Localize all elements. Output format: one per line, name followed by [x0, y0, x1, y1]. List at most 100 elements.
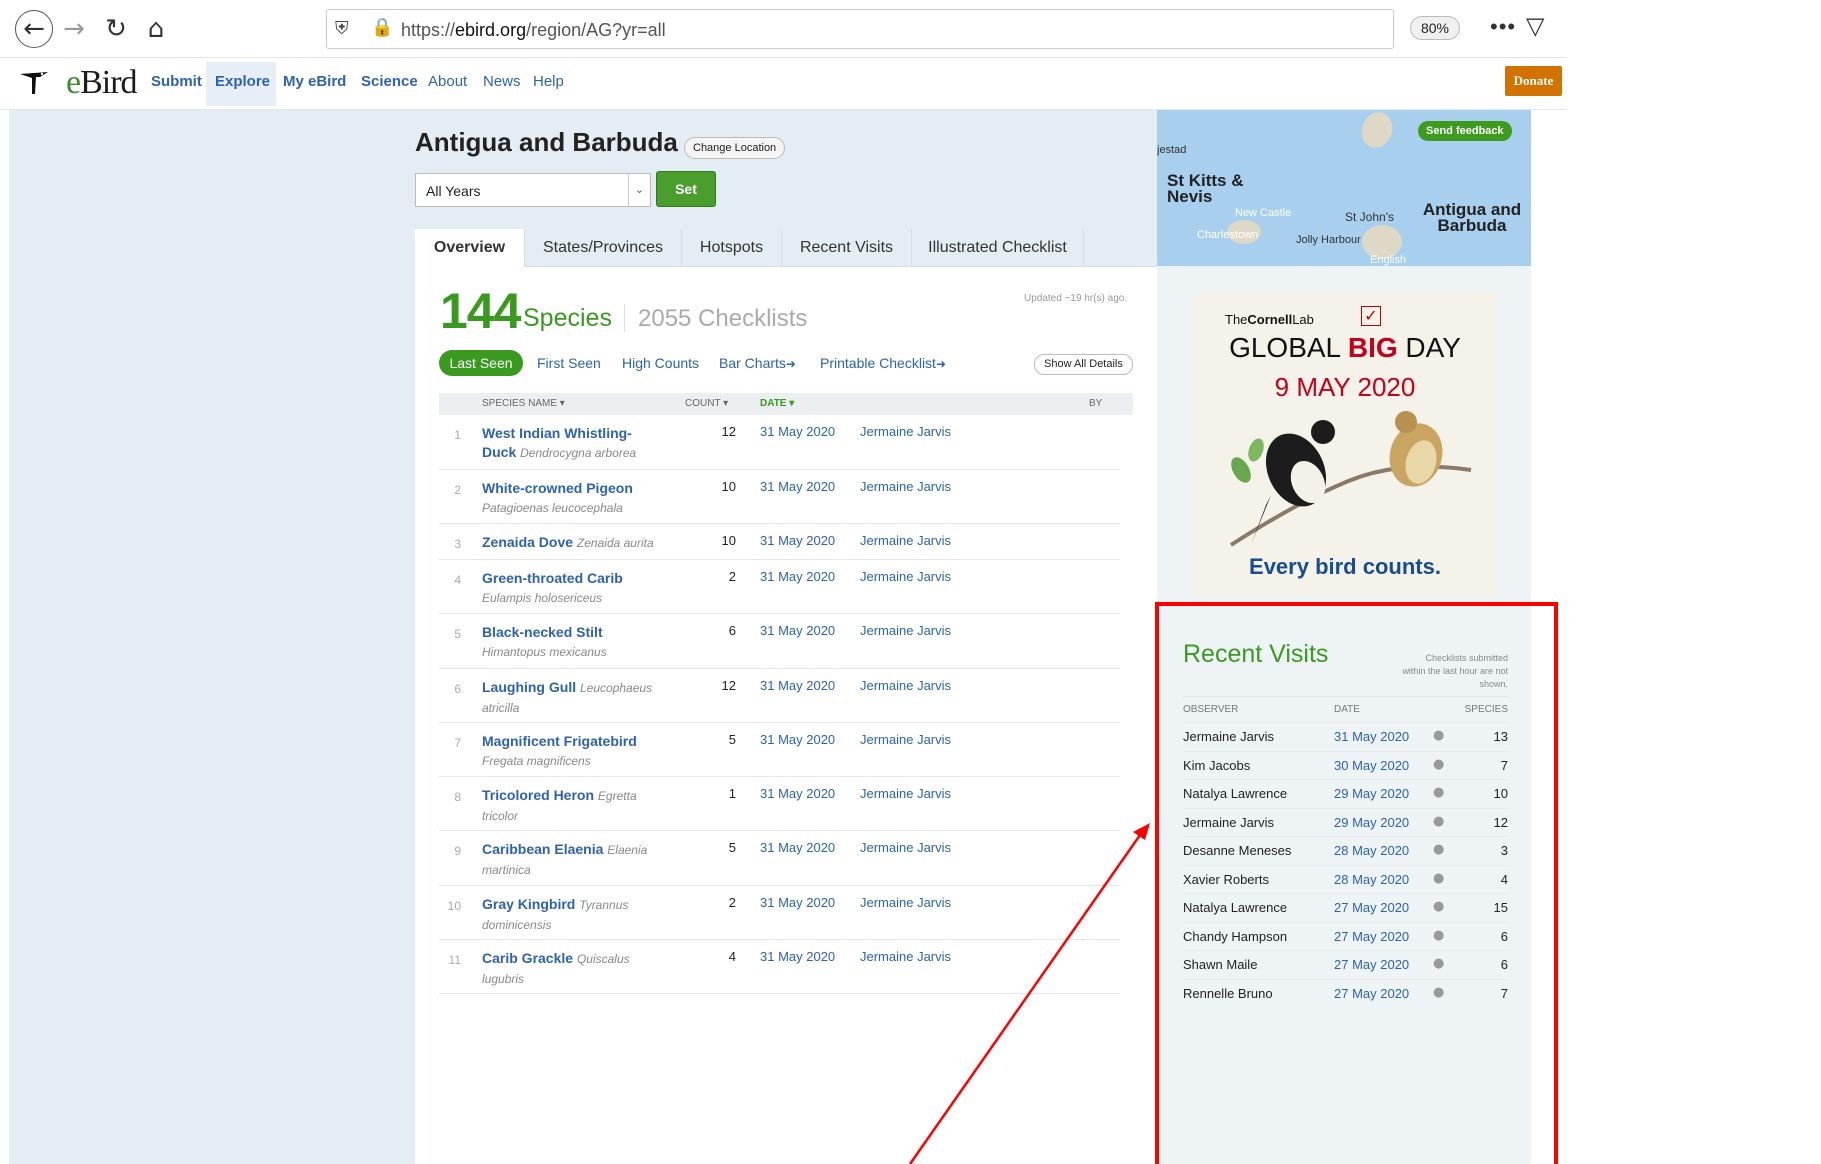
date-link[interactable]: 31 May 2020: [760, 949, 835, 964]
date-link[interactable]: 31 May 2020: [760, 678, 835, 693]
observer-link[interactable]: Jermaine Jarvis: [860, 533, 951, 548]
tab-recent-visits[interactable]: Recent Visits: [782, 229, 912, 267]
species-name: White-crowned Pigeon Patagioenas leucoce…: [482, 479, 662, 518]
species-label: Species: [523, 304, 612, 332]
change-location-button[interactable]: Change Location: [684, 137, 786, 159]
date-link[interactable]: 31 May 2020: [760, 533, 835, 548]
species-scientific-name: Zenaida aurita: [576, 536, 654, 550]
last-seen-pill[interactable]: Last Seen: [439, 350, 523, 376]
zoom-level-badge[interactable]: 80%: [1410, 16, 1460, 40]
more-menu-icon[interactable]: •••: [1490, 14, 1516, 40]
site-header: eBird Submit Explore My eBird Science Ab…: [0, 58, 1566, 110]
show-all-details-button[interactable]: Show All Details: [1034, 354, 1133, 375]
date-link[interactable]: 31 May 2020: [760, 786, 835, 801]
table-row: 1 West Indian Whistling-Duck Dendrocygna …: [439, 415, 1120, 470]
map-label: English: [1370, 254, 1407, 266]
col-count[interactable]: COUNT ▾: [685, 398, 728, 409]
observer-link[interactable]: Jermaine Jarvis: [860, 479, 951, 494]
observer-link[interactable]: Jermaine Jarvis: [860, 840, 951, 855]
first-seen-link[interactable]: First Seen: [537, 355, 601, 371]
col-date[interactable]: DATE ▾: [760, 398, 794, 409]
global-big-day-banner[interactable]: TheCornellLab ✓ GLOBAL BIG DAY 9 MAY 202…: [1193, 292, 1497, 596]
browser-toolbar: ← → ↻ ⌂ ⛨ 🔒 https://ebird.org/region/AG?…: [0, 0, 1566, 58]
species-common-name[interactable]: Carib Grackle: [482, 950, 573, 966]
send-feedback-button[interactable]: Send feedback: [1418, 121, 1512, 141]
ad-tagline: Every bird counts.: [1249, 554, 1441, 579]
nav-news[interactable]: News: [483, 73, 521, 90]
year-select[interactable]: All Years ⌄: [415, 173, 651, 207]
date-link[interactable]: 31 May 2020: [760, 479, 835, 494]
ebird-logo-icon[interactable]: [18, 68, 50, 98]
species-common-name[interactable]: Caribbean Elaenia: [482, 841, 603, 857]
row-number: 10: [447, 899, 461, 913]
reload-icon[interactable]: ↻: [98, 11, 134, 47]
updated-timestamp: Updated ~19 hr(s) ago.: [1024, 293, 1128, 304]
high-counts-link[interactable]: High Counts: [622, 355, 699, 371]
species-common-name[interactable]: Black-necked Stilt: [482, 624, 603, 640]
species-name: Gray Kingbird Tyrannus dominicensis: [482, 895, 662, 935]
lock-icon[interactable]: 🔒: [371, 17, 393, 38]
observer-link[interactable]: Jermaine Jarvis: [860, 678, 951, 693]
home-icon[interactable]: ⌂: [138, 11, 174, 47]
date-link[interactable]: 31 May 2020: [760, 895, 835, 910]
chevron-down-icon[interactable]: ⌄: [628, 174, 650, 206]
table-row: 2 White-crowned Pigeon Patagioenas leucoc…: [439, 470, 1120, 524]
species-scientific-name: Eulampis holosericeus: [482, 591, 603, 605]
nav-explore[interactable]: Explore: [215, 73, 270, 90]
species-name: Carib Grackle Quiscalus lugubris: [482, 949, 662, 989]
observer-link[interactable]: Jermaine Jarvis: [860, 569, 951, 584]
address-bar[interactable]: ⛨ 🔒 https://ebird.org/region/AG?yr=all: [326, 9, 1394, 49]
nav-science[interactable]: Science: [361, 73, 418, 90]
date-link[interactable]: 31 May 2020: [760, 732, 835, 747]
forward-arrow-icon[interactable]: →: [56, 11, 92, 47]
row-number: 4: [454, 573, 461, 587]
species-count-cell: 2: [728, 569, 736, 584]
observer-link[interactable]: Jermaine Jarvis: [860, 786, 951, 801]
observer-link[interactable]: Jermaine Jarvis: [860, 949, 951, 964]
tab-illustrated-checklist[interactable]: Illustrated Checklist: [912, 229, 1084, 267]
annotation-highlight-box: [1155, 602, 1558, 1164]
shield-icon[interactable]: ⛨: [335, 18, 349, 39]
col-species-name[interactable]: SPECIES NAME ▾: [482, 398, 565, 409]
species-name: Black-necked Stilt Himantopus mexicanus: [482, 623, 662, 662]
back-arrow-icon[interactable]: ←: [15, 10, 53, 48]
observer-link[interactable]: Jermaine Jarvis: [860, 895, 951, 910]
species-count-cell: 4: [728, 949, 736, 964]
species-count-cell: 2: [728, 895, 736, 910]
nav-help[interactable]: Help: [533, 73, 564, 90]
date-link[interactable]: 31 May 2020: [760, 840, 835, 855]
bar-charts-link[interactable]: Bar Charts➜: [719, 355, 796, 371]
observer-link[interactable]: Jermaine Jarvis: [860, 424, 951, 439]
species-common-name[interactable]: Magnificent Frigatebird: [482, 733, 637, 749]
species-common-name[interactable]: Green-throated Carib: [482, 570, 623, 586]
nav-about[interactable]: About: [428, 73, 467, 90]
pocket-icon[interactable]: ▽: [1526, 12, 1544, 40]
species-common-name[interactable]: Laughing Gull: [482, 679, 576, 695]
ad-date: 9 MAY 2020: [1274, 372, 1416, 402]
browser-window: ← → ↻ ⌂ ⛨ 🔒 https://ebird.org/region/AG?…: [0, 0, 1566, 1164]
tab-overview[interactable]: Overview: [415, 229, 525, 268]
date-link[interactable]: 31 May 2020: [760, 569, 835, 584]
set-button[interactable]: Set: [656, 171, 716, 207]
species-name: Green-throated Carib Eulampis holoserice…: [482, 569, 662, 608]
date-link[interactable]: 31 May 2020: [760, 623, 835, 638]
printable-checklist-link[interactable]: Printable Checklist➜: [820, 355, 946, 371]
page-title: Antigua and Barbuda: [415, 127, 678, 157]
ebird-wordmark[interactable]: eBird: [66, 64, 138, 102]
observer-link[interactable]: Jermaine Jarvis: [860, 623, 951, 638]
date-link[interactable]: 31 May 2020: [760, 424, 835, 439]
tab-hotspots[interactable]: Hotspots: [682, 229, 782, 267]
species-common-name[interactable]: White-crowned Pigeon: [482, 480, 633, 496]
donate-button[interactable]: Donate: [1505, 66, 1562, 96]
table-row: 5 Black-necked Stilt Himantopus mexicanus…: [439, 614, 1120, 669]
tab-states-provinces[interactable]: States/Provinces: [525, 229, 682, 267]
observer-link[interactable]: Jermaine Jarvis: [860, 732, 951, 747]
species-common-name[interactable]: Zenaida Dove: [482, 534, 573, 550]
species-common-name[interactable]: Tricolored Heron: [482, 787, 594, 803]
url-text[interactable]: https://ebird.org/region/AG?yr=all: [401, 20, 666, 41]
table-row: 9 Caribbean Elaenia Elaenia martinica 5 31 …: [439, 831, 1120, 886]
species-count-cell: 1: [728, 786, 736, 801]
nav-submit[interactable]: Submit: [151, 73, 202, 90]
nav-my-ebird[interactable]: My eBird: [283, 73, 346, 90]
species-common-name[interactable]: Gray Kingbird: [482, 896, 575, 912]
